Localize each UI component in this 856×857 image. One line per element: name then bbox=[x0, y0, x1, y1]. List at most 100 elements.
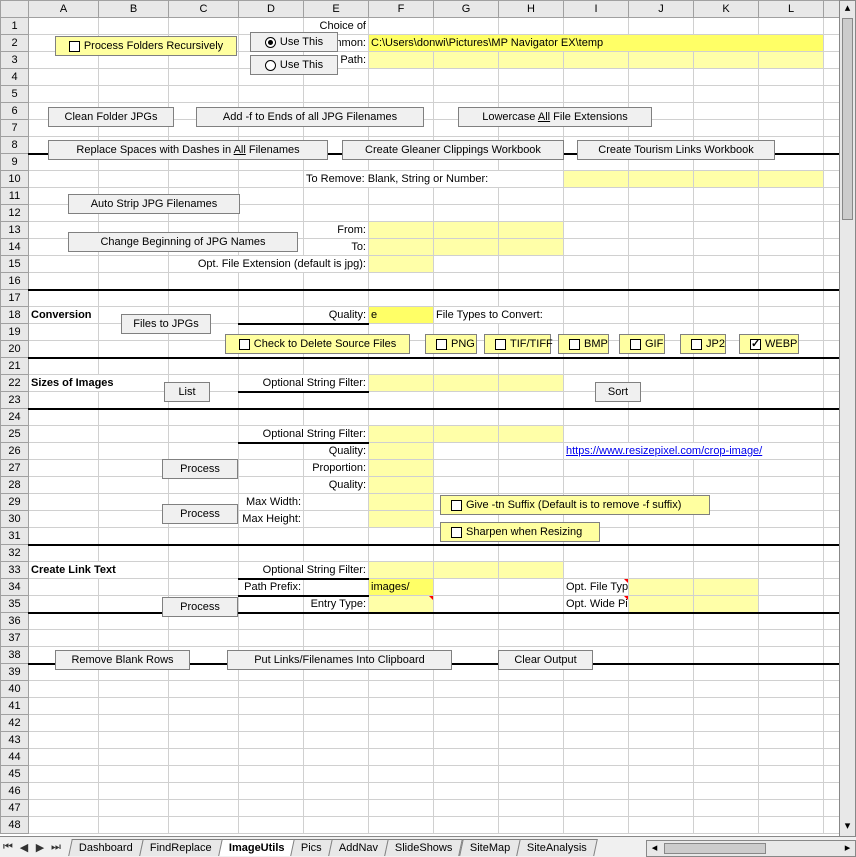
cell-M31[interactable] bbox=[824, 528, 840, 545]
cell-L41[interactable] bbox=[759, 698, 824, 715]
cell-I33[interactable] bbox=[564, 562, 629, 579]
cell-G43[interactable] bbox=[434, 732, 499, 749]
files-to-jpgs-button[interactable]: Files to JPGs bbox=[121, 314, 211, 334]
cell-E34[interactable] bbox=[304, 579, 369, 596]
cell-D22[interactable]: Optional String Filter: bbox=[239, 375, 369, 392]
cell-G42[interactable] bbox=[434, 715, 499, 732]
cell-K32[interactable] bbox=[694, 545, 759, 562]
cell-C24[interactable] bbox=[169, 409, 239, 426]
cell-L3[interactable] bbox=[759, 52, 824, 69]
cell-L7[interactable] bbox=[759, 120, 824, 137]
cell-B43[interactable] bbox=[99, 732, 169, 749]
cell-J40[interactable] bbox=[629, 681, 694, 698]
cell-K22[interactable] bbox=[694, 375, 759, 392]
sheet-tab-addnav[interactable]: AddNav bbox=[328, 839, 389, 856]
cell-F24[interactable] bbox=[369, 409, 434, 426]
row-header-21[interactable]: 21 bbox=[1, 358, 29, 375]
cell-C15[interactable]: Opt. File Extension (default is jpg): bbox=[169, 256, 369, 273]
row-header-47[interactable]: 47 bbox=[1, 800, 29, 817]
row-header-4[interactable]: 4 bbox=[1, 69, 29, 86]
cell-D37[interactable] bbox=[239, 630, 304, 647]
cell-M33[interactable] bbox=[824, 562, 840, 579]
cell-E11[interactable] bbox=[304, 188, 369, 205]
cell-A45[interactable] bbox=[29, 766, 99, 783]
cell-M21[interactable] bbox=[824, 358, 840, 375]
cell-F42[interactable] bbox=[369, 715, 434, 732]
cell-B28[interactable] bbox=[99, 477, 169, 494]
bmp-checkbox[interactable]: BMP bbox=[558, 334, 609, 354]
replace-spaces-button[interactable]: Replace Spaces with Dashes in All Filena… bbox=[48, 140, 328, 160]
cell-J5[interactable] bbox=[629, 86, 694, 103]
cell-A28[interactable] bbox=[29, 477, 99, 494]
cell-K14[interactable] bbox=[694, 239, 759, 256]
cell-G22[interactable] bbox=[434, 375, 499, 392]
sort-button[interactable]: Sort bbox=[595, 382, 641, 402]
cell-F23[interactable] bbox=[369, 392, 434, 409]
cell-D35[interactable] bbox=[239, 596, 304, 613]
cell-M9[interactable] bbox=[824, 154, 840, 171]
cell-H43[interactable] bbox=[499, 732, 564, 749]
cell-L24[interactable] bbox=[759, 409, 824, 426]
cell-K5[interactable] bbox=[694, 86, 759, 103]
cell-G1[interactable] bbox=[434, 18, 499, 35]
cell-A26[interactable] bbox=[29, 443, 99, 460]
cell-L28[interactable] bbox=[759, 477, 824, 494]
cell-M27[interactable] bbox=[824, 460, 840, 477]
cell-M30[interactable] bbox=[824, 511, 840, 528]
cell-B17[interactable] bbox=[99, 290, 169, 307]
cell-G44[interactable] bbox=[434, 749, 499, 766]
tab-nav-first-icon[interactable]: ⏮ bbox=[0, 841, 16, 854]
cell-D16[interactable] bbox=[239, 273, 304, 290]
cell-G18[interactable]: File Types to Convert: bbox=[434, 307, 564, 324]
cell-E40[interactable] bbox=[304, 681, 369, 698]
cell-G37[interactable] bbox=[434, 630, 499, 647]
cell-I40[interactable] bbox=[564, 681, 629, 698]
cell-C26[interactable] bbox=[169, 443, 239, 460]
cell-L37[interactable] bbox=[759, 630, 824, 647]
cell-L16[interactable] bbox=[759, 273, 824, 290]
cell-D31[interactable] bbox=[239, 528, 304, 545]
row-header-28[interactable]: 28 bbox=[1, 477, 29, 494]
row-header-45[interactable]: 45 bbox=[1, 766, 29, 783]
cell-G15[interactable] bbox=[434, 256, 499, 273]
cell-G40[interactable] bbox=[434, 681, 499, 698]
list-button[interactable]: List bbox=[164, 382, 210, 402]
cell-D30[interactable]: Max Height: bbox=[239, 511, 304, 528]
cell-F5[interactable] bbox=[369, 86, 434, 103]
cell-F14[interactable] bbox=[369, 239, 434, 256]
row-header-20[interactable]: 20 bbox=[1, 341, 29, 358]
cell-F47[interactable] bbox=[369, 800, 434, 817]
cell-B21[interactable] bbox=[99, 358, 169, 375]
cell-I25[interactable] bbox=[564, 426, 629, 443]
cell-K25[interactable] bbox=[694, 426, 759, 443]
cell-L44[interactable] bbox=[759, 749, 824, 766]
cell-J43[interactable] bbox=[629, 732, 694, 749]
tab-nav-last-icon[interactable]: ⏭ bbox=[48, 841, 64, 854]
col-header-C[interactable]: C bbox=[169, 1, 239, 18]
sheet-tab-pics[interactable]: Pics bbox=[290, 839, 332, 856]
cell-L42[interactable] bbox=[759, 715, 824, 732]
cell-J24[interactable] bbox=[629, 409, 694, 426]
cell-L35[interactable] bbox=[759, 596, 824, 613]
cell-A34[interactable] bbox=[29, 579, 99, 596]
cell-L29[interactable] bbox=[759, 494, 824, 511]
cell-K42[interactable] bbox=[694, 715, 759, 732]
cell-D42[interactable] bbox=[239, 715, 304, 732]
cell-K31[interactable] bbox=[694, 528, 759, 545]
cell-L40[interactable] bbox=[759, 681, 824, 698]
cell-A32[interactable] bbox=[29, 545, 99, 562]
row-header-5[interactable]: 5 bbox=[1, 86, 29, 103]
cell-E32[interactable] bbox=[304, 545, 369, 562]
cell-J18[interactable] bbox=[629, 307, 694, 324]
cell-G11[interactable] bbox=[434, 188, 499, 205]
cell-M28[interactable] bbox=[824, 477, 840, 494]
cell-B20[interactable] bbox=[99, 341, 169, 358]
cell-D48[interactable] bbox=[239, 817, 304, 834]
cell-M15[interactable] bbox=[824, 256, 840, 273]
cell-F2[interactable]: C:\Users\donwi\Pictures\MP Navigator EX\… bbox=[369, 35, 824, 52]
cell-K33[interactable] bbox=[694, 562, 759, 579]
row-header-2[interactable]: 2 bbox=[1, 35, 29, 52]
cell-K41[interactable] bbox=[694, 698, 759, 715]
cell-J32[interactable] bbox=[629, 545, 694, 562]
cell-L1[interactable] bbox=[759, 18, 824, 35]
